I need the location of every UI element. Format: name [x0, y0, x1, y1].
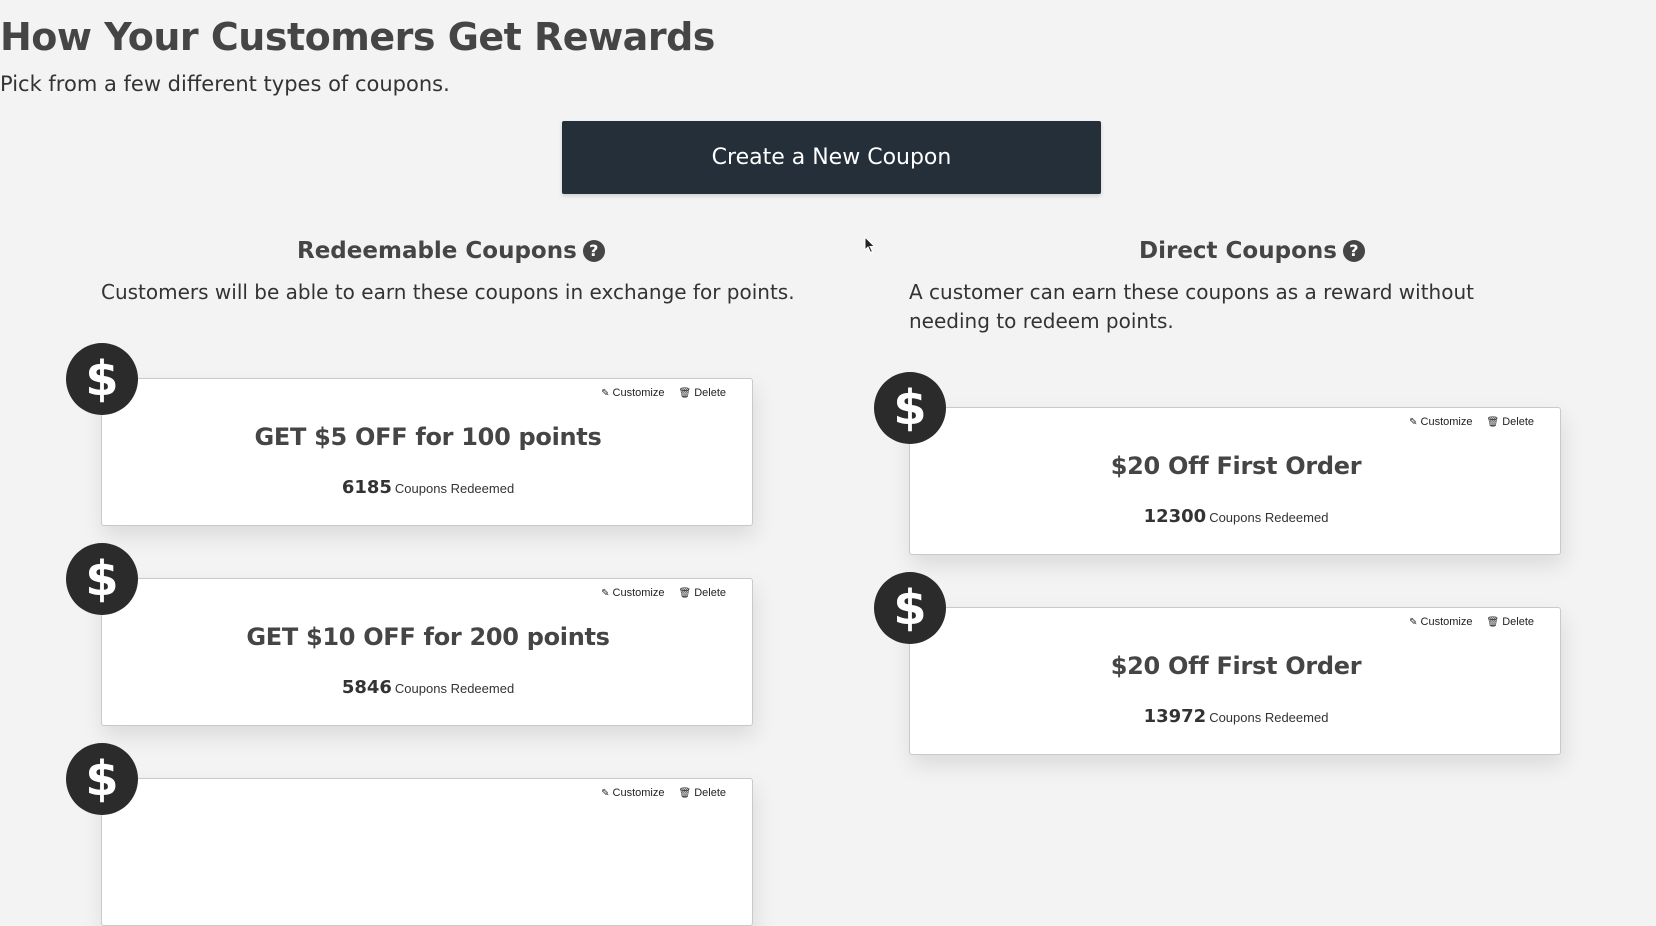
coupon-name: GET $5 OFF for 100 points [254, 423, 602, 451]
redeemable-coupons-heading: Redeemable Coupons ? [297, 238, 605, 264]
delete-button[interactable]: 🗑 Delete [679, 587, 727, 599]
delete-label: Delete [694, 387, 726, 399]
coupon-card: ✎ Customize 🗑 Delete GET $5 OFF for 100 po… [101, 378, 753, 526]
trash-icon: 🗑 [1486, 616, 1500, 628]
direct-coupons-heading: Direct Coupons ? [1139, 238, 1365, 264]
coupon-stats: 13972 Coupons Redeemed [910, 706, 1562, 727]
delete-label: Delete [1502, 616, 1534, 628]
coupon-stats: 6185 Coupons Redeemed [102, 477, 754, 498]
coupon-count: 5846 [341, 677, 392, 698]
coupon-count-label: Coupons Redeemed [1209, 710, 1329, 725]
coupon-count: 13972 [1143, 706, 1207, 727]
coupon-count-label: Coupons Redeemed [1209, 510, 1329, 525]
delete-label: Delete [1502, 416, 1534, 428]
pencil-icon: ✎ [1409, 616, 1418, 628]
customize-label: Customize [1420, 416, 1473, 428]
coupon-count: 6185 [341, 477, 392, 498]
delete-label: Delete [694, 587, 726, 599]
customize-button[interactable]: ✎ Customize [1409, 616, 1472, 628]
coupon-stats: 5846 Coupons Redeemed [102, 677, 754, 698]
help-icon[interactable]: ? [582, 240, 605, 262]
customize-button[interactable]: ✎ Customize [601, 387, 664, 399]
delete-button[interactable]: 🗑 Delete [1487, 616, 1535, 628]
redeemable-coupons-description: Customers will be able to earn these cou… [101, 280, 795, 304]
page-subtitle: Pick from a few different types of coupo… [0, 72, 450, 96]
dollar-icon: $ [874, 572, 946, 644]
customize-button[interactable]: ✎ Customize [601, 587, 664, 599]
delete-button[interactable]: 🗑 Delete [679, 787, 727, 799]
dollar-icon: $ [66, 543, 138, 615]
coupon-name: $20 Off First Order [1110, 452, 1362, 480]
delete-button[interactable]: 🗑 Delete [1487, 416, 1535, 428]
mouse-cursor-icon [864, 236, 876, 254]
coupon-card: ✎ Customize 🗑 Delete GET $10 OFF for 200 p… [101, 578, 753, 726]
dollar-icon: $ [874, 372, 946, 444]
pencil-icon: ✎ [601, 387, 610, 399]
delete-label: Delete [694, 787, 726, 799]
redeemable-coupons-title: Redeemable Coupons [297, 238, 577, 264]
coupon-stats: 12300 Coupons Redeemed [910, 506, 1562, 527]
trash-icon: 🗑 [1486, 416, 1500, 428]
customize-button[interactable]: ✎ Customize [1409, 416, 1472, 428]
page-title: How Your Customers Get Rewards [0, 15, 715, 59]
customize-label: Customize [612, 787, 665, 799]
help-icon[interactable]: ? [1342, 240, 1365, 262]
coupon-card: ✎ Customize 🗑 Delete $20 Off First Order 1… [909, 607, 1561, 755]
coupon-name: GET $10 OFF for 200 points [246, 623, 610, 651]
pencil-icon: ✎ [601, 587, 610, 599]
direct-coupons-description: A customer can earn these coupons as a r… [909, 280, 1474, 333]
customize-button[interactable]: ✎ Customize [601, 787, 664, 799]
trash-icon: 🗑 [678, 387, 692, 399]
coupon-count-label: Coupons Redeemed [394, 481, 515, 496]
coupon-card: ✎ Customize 🗑 Delete [101, 778, 753, 926]
direct-coupons-title: Direct Coupons [1139, 238, 1337, 264]
coupon-card: ✎ Customize 🗑 Delete $20 Off First Order 1… [909, 407, 1561, 555]
coupon-count: 12300 [1143, 506, 1207, 527]
create-coupon-button[interactable]: Create a New Coupon [562, 121, 1101, 194]
delete-button[interactable]: 🗑 Delete [679, 387, 727, 399]
coupon-count-label: Coupons Redeemed [394, 681, 515, 696]
customize-label: Customize [612, 587, 665, 599]
dollar-icon: $ [66, 743, 138, 815]
coupon-name: $20 Off First Order [1110, 652, 1362, 680]
customize-label: Customize [612, 387, 665, 399]
pencil-icon: ✎ [1409, 416, 1418, 428]
customize-label: Customize [1420, 616, 1473, 628]
trash-icon: 🗑 [678, 587, 692, 599]
dollar-icon: $ [66, 343, 138, 415]
